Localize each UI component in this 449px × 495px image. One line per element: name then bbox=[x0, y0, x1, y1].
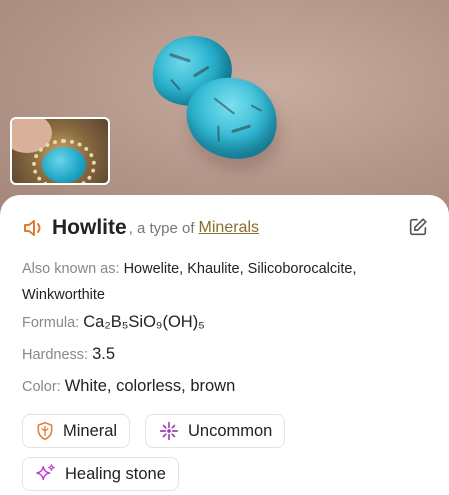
formula-label: Formula: bbox=[22, 315, 80, 331]
category-link[interactable]: Minerals bbox=[199, 219, 259, 237]
type-prefix: , a type of bbox=[128, 219, 195, 237]
specimen-photo bbox=[0, 0, 449, 215]
formula-value: Ca₂B₅SiO₉(OH)₅ bbox=[83, 313, 205, 331]
info-card: Howlite , a type of Minerals Also known … bbox=[0, 195, 449, 495]
color-row: Color: White, colorless, brown bbox=[22, 373, 429, 400]
aka-row: Also known as: Howelite, Khaulite, Silic… bbox=[22, 256, 429, 308]
hardness-label: Hardness: bbox=[22, 347, 89, 363]
shield-icon bbox=[37, 421, 53, 441]
edit-icon[interactable] bbox=[407, 216, 429, 238]
tag-label: Mineral bbox=[63, 421, 118, 440]
tag-label: Healing stone bbox=[65, 464, 166, 483]
tag-label: Uncommon bbox=[188, 421, 273, 440]
color-value: White, colorless, brown bbox=[64, 377, 236, 395]
tag-healing-stone[interactable]: Healing stone bbox=[22, 457, 179, 491]
sparkle-icon bbox=[159, 421, 179, 441]
tag-uncommon[interactable]: Uncommon bbox=[145, 414, 286, 448]
thumbnail-photo[interactable] bbox=[10, 117, 110, 185]
sparkles-icon bbox=[36, 464, 55, 481]
speaker-icon[interactable] bbox=[22, 216, 46, 240]
hardness-row: Hardness: 3.5 bbox=[22, 341, 429, 368]
hardness-value: 3.5 bbox=[92, 345, 116, 363]
aka-label: Also known as: bbox=[22, 261, 120, 277]
tag-mineral[interactable]: Mineral bbox=[22, 414, 131, 448]
title-row: Howlite , a type of Minerals bbox=[22, 213, 429, 243]
formula-row: Formula: Ca₂B₅SiO₉(OH)₅ bbox=[22, 309, 429, 336]
color-label: Color: bbox=[22, 379, 61, 395]
specimen-name: Howlite bbox=[52, 216, 127, 239]
